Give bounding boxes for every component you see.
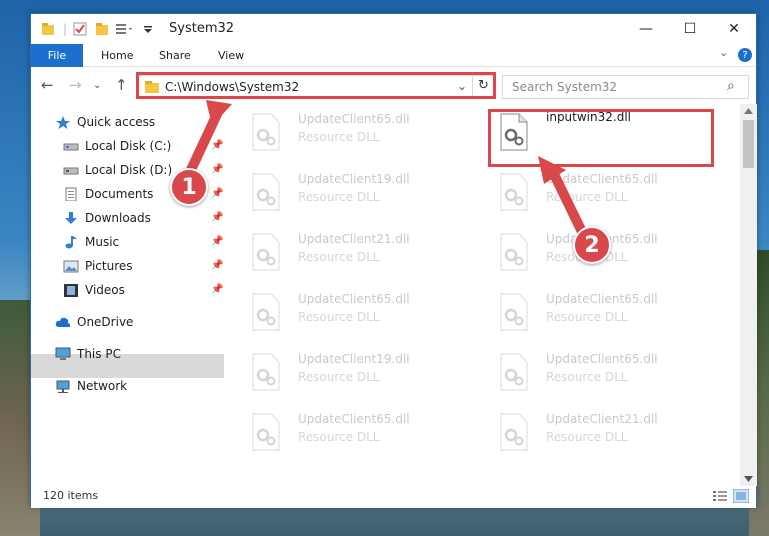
annotation-arrows: [185, 100, 589, 241]
callout-step-1: 1: [170, 168, 208, 206]
callout-step-2: 2: [573, 226, 611, 264]
